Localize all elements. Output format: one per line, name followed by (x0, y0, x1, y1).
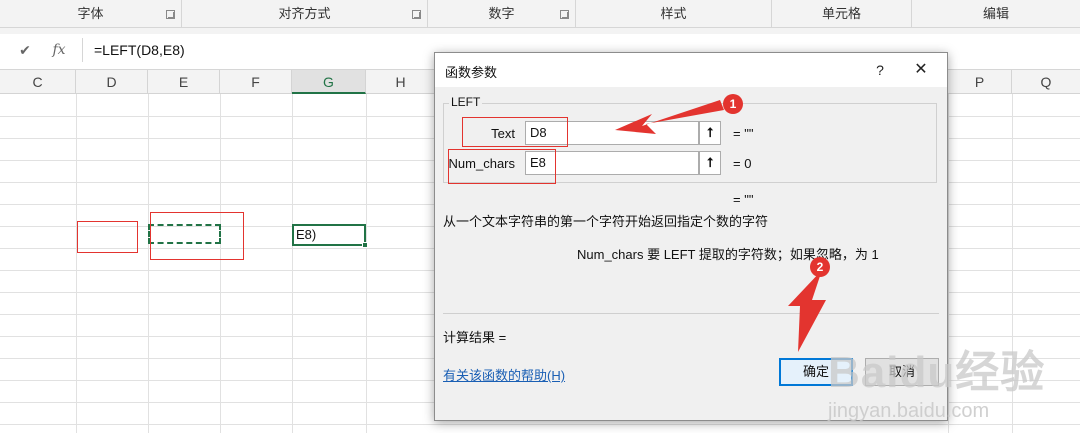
arg-text-result: = "" (733, 126, 754, 141)
arg-num-chars-result: = 0 (733, 156, 752, 171)
formula-input[interactable]: =LEFT(D8,E8) (94, 40, 185, 60)
ribbon-group-styles: 样式 (576, 0, 772, 28)
insert-function-fx-icon[interactable]: fx (48, 40, 70, 60)
alignment-dialog-launcher-icon[interactable] (412, 10, 421, 19)
collapse-dialog-text-icon[interactable]: ⭡ (699, 121, 721, 145)
column-header-c[interactable]: C (0, 70, 76, 94)
ribbon-group-number: 数字 (428, 0, 576, 28)
argument-description: Num_chars 要 LEFT 提取的字符数；如果忽略，为 1 (577, 247, 879, 262)
function-help-link[interactable]: 有关该函数的帮助(H) (443, 365, 565, 384)
grid-line (292, 94, 293, 433)
dialog-titlebar[interactable]: 函数参数 ? ✕ (435, 53, 947, 87)
number-dialog-launcher-icon[interactable] (560, 10, 569, 19)
column-header-e[interactable]: E (148, 70, 220, 94)
function-name-label: LEFT (449, 95, 483, 109)
active-cell-text: E8) (296, 227, 317, 242)
formula-bar-separator (82, 38, 83, 62)
dialog-divider (443, 313, 939, 314)
calculation-result-label: 计算结果 = (443, 330, 507, 345)
fill-handle[interactable] (362, 242, 368, 248)
annotation-box-text-arg (462, 117, 568, 147)
column-header-g[interactable]: G (292, 70, 366, 94)
close-icon[interactable]: ✕ (909, 58, 933, 82)
watermark-site: jingyan.baidu.com (828, 400, 990, 422)
column-header-d[interactable]: D (76, 70, 148, 94)
ribbon-group-font-label: 字体 (77, 6, 104, 21)
annotation-badge-2: 2 (810, 257, 830, 277)
annotation-box-num-chars-arg (448, 149, 556, 184)
annotation-box-d8 (77, 221, 138, 253)
grid-line (148, 94, 149, 433)
ribbon-group-cells-label: 单元格 (821, 6, 861, 21)
column-header-p[interactable]: P (948, 70, 1012, 94)
grid-line (76, 94, 77, 433)
ribbon-group-alignment: 对齐方式 (182, 0, 428, 28)
collapse-dialog-num-chars-icon[interactable]: ⭡ (699, 151, 721, 175)
annotation-box-e8 (150, 212, 244, 260)
font-dialog-launcher-icon[interactable] (166, 10, 175, 19)
grid-line (366, 94, 367, 433)
function-result: = "" (733, 192, 754, 207)
column-header-f[interactable]: F (220, 70, 292, 94)
column-header-q[interactable]: Q (1012, 70, 1080, 94)
ribbon-group-editing: 编辑 (912, 0, 1080, 28)
active-cell-g[interactable]: E8) (292, 224, 368, 248)
watermark-brand: Baidu经验 (828, 348, 1046, 397)
enter-check-icon[interactable]: ✔ (14, 40, 36, 60)
ribbon-group-font: 字体 (0, 0, 182, 28)
ribbon-group-number-label: 数字 (488, 6, 515, 21)
dialog-title: 函数参数 (445, 65, 498, 80)
column-header-h[interactable]: H (366, 70, 436, 94)
ribbon-group-alignment-label: 对齐方式 (278, 6, 331, 21)
grid-line (220, 94, 221, 433)
ribbon-group-styles-label: 样式 (660, 6, 687, 21)
ribbon-group-cells: 单元格 (772, 0, 912, 28)
formula-bar-top-gap (0, 28, 1080, 34)
baidu-jingyan-watermark: Baidu经验 jingyan.baidu.com (828, 318, 1078, 433)
function-description: 从一个文本字符串的第一个字符开始返回指定个数的字符 (443, 214, 769, 229)
annotation-badge-1: 1 (723, 94, 743, 114)
ribbon-group-editing-label: 编辑 (982, 6, 1009, 21)
ribbon-group-labels: 字体 对齐方式 数字 样式 单元格 编辑 (0, 0, 1080, 28)
help-question-icon[interactable]: ? (869, 58, 891, 82)
